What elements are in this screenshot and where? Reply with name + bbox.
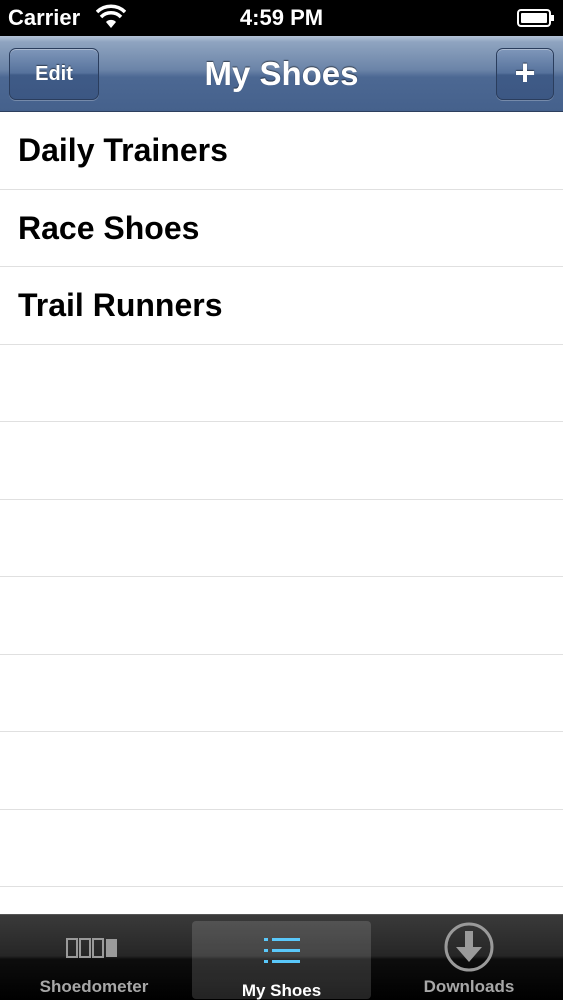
list-icon: [263, 938, 300, 963]
odometer-icon: [66, 938, 117, 958]
edit-button[interactable]: Edit: [9, 48, 99, 100]
tab-bar: Shoedometer My Shoes Downloads: [0, 914, 563, 1000]
clock: 4:59 PM: [239, 5, 324, 30]
empty-row: [0, 887, 563, 914]
tab-label: Shoedometer: [39, 977, 149, 996]
empty-row: [0, 732, 563, 810]
list-item[interactable]: Daily Trainers: [0, 112, 563, 190]
empty-row: [0, 810, 563, 887]
tab-label: Downloads: [423, 977, 515, 996]
shoe-list: Daily Trainers Race Shoes Trail Runners: [0, 112, 563, 914]
tab-downloads[interactable]: Downloads: [375, 915, 563, 1000]
tab-label: My Shoes: [241, 981, 322, 1000]
status-bar: Carrier 4:59 PM: [0, 0, 563, 36]
download-icon: [444, 922, 494, 972]
empty-row: [0, 655, 563, 732]
tab-my-shoes[interactable]: My Shoes: [192, 921, 371, 1000]
shoe-name: Daily Trainers: [18, 132, 228, 168]
add-shoe-button[interactable]: +: [496, 48, 554, 100]
shoe-name: Race Shoes: [18, 209, 200, 246]
list-item[interactable]: Trail Runners: [0, 267, 563, 345]
empty-row: [0, 422, 563, 500]
navigation-bar: My Shoes Edit +: [0, 36, 563, 112]
empty-row: [0, 345, 563, 422]
empty-row: [0, 500, 563, 577]
shoe-name: Trail Runners: [18, 287, 223, 323]
list-item[interactable]: Race Shoes: [0, 190, 563, 267]
battery-icon: [517, 9, 554, 27]
tab-shoedometer[interactable]: Shoedometer: [0, 915, 188, 1000]
empty-row: [0, 577, 563, 655]
